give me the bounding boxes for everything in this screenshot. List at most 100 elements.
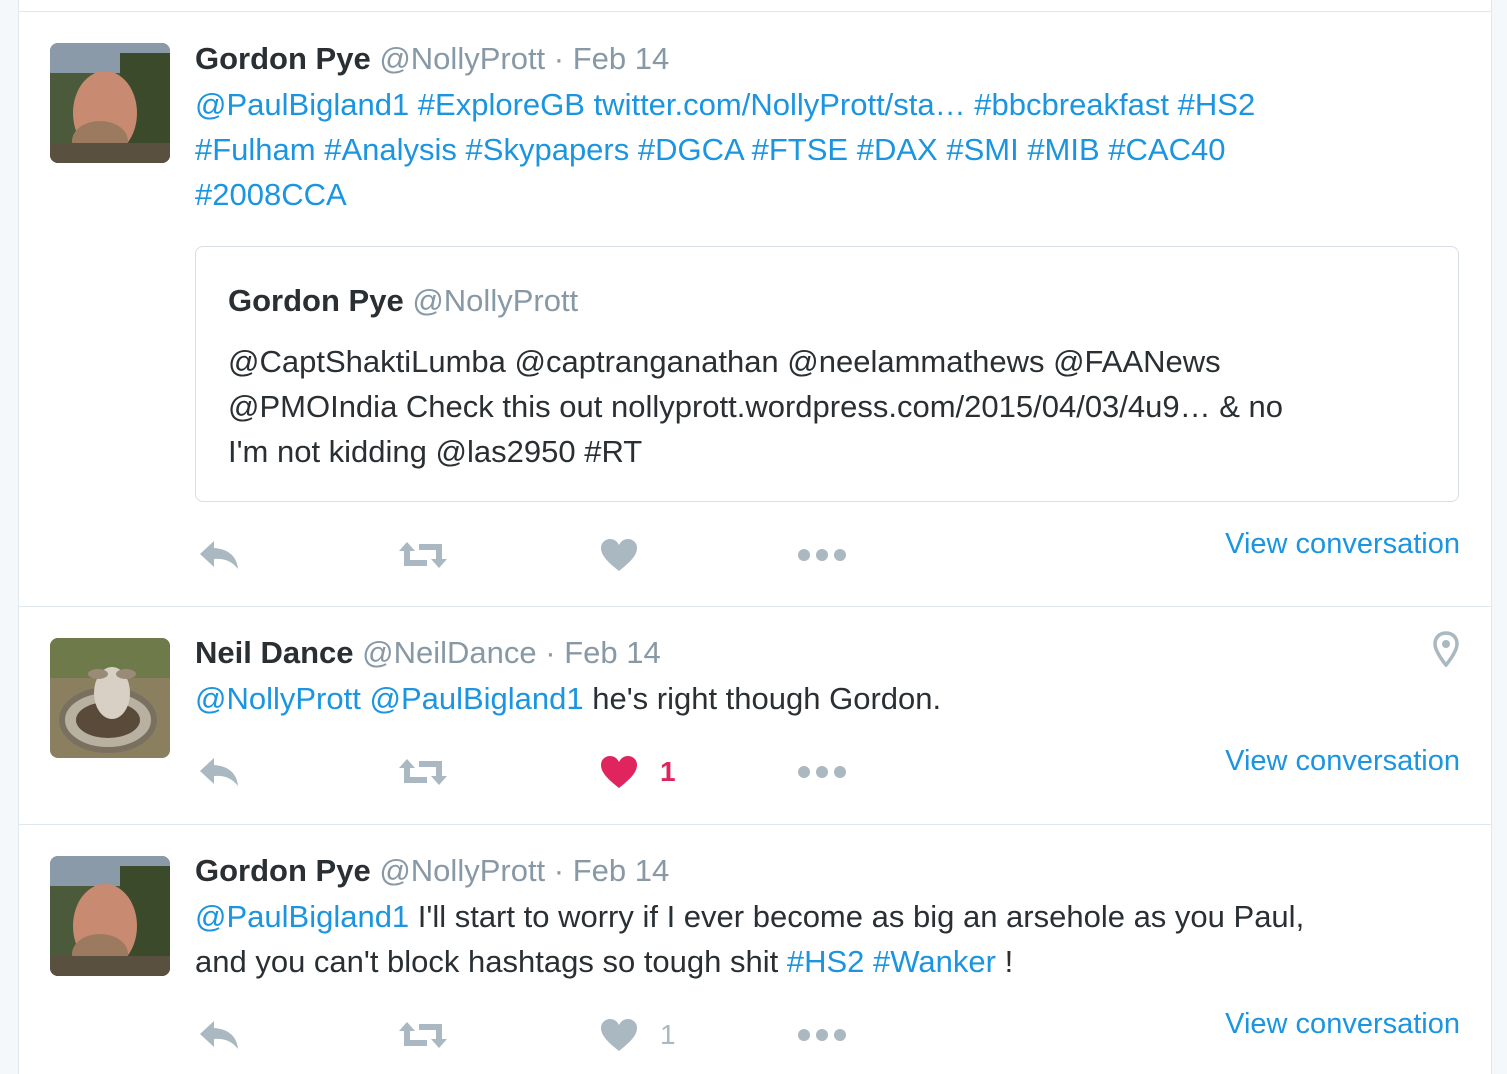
tweet-header: Gordon Pye @NollyPrott · Feb 14 — [195, 39, 669, 79]
timestamp[interactable]: Feb 14 — [564, 635, 661, 670]
retweet-button[interactable] — [397, 1011, 449, 1059]
avatar-gordon-pye[interactable] — [50, 43, 170, 163]
hashtag-link[interactable]: #bbcbreakfast — [974, 87, 1169, 122]
more-button[interactable] — [797, 1011, 847, 1059]
view-conversation-link[interactable]: View conversation — [1225, 1008, 1460, 1041]
tweet-3[interactable]: Gordon Pye @NollyPrott · Feb 14 @PaulBig… — [19, 825, 1491, 1074]
tweet-actions — [195, 531, 895, 579]
heart-icon — [600, 755, 638, 789]
like-button[interactable]: 1 — [600, 748, 676, 796]
retweet-button[interactable] — [397, 531, 449, 579]
quoted-tweet[interactable]: Gordon Pye @NollyPrott @CaptShaktiLumba … — [195, 246, 1459, 502]
fullname[interactable]: Gordon Pye — [195, 853, 371, 888]
tweet-header: Neil Dance @NeilDance · Feb 14 — [195, 633, 661, 673]
text-span — [409, 87, 418, 122]
tweet-header: Gordon Pye @NollyPrott · Feb 14 — [195, 851, 669, 891]
text-span — [848, 132, 857, 167]
text-span: I'll start to worry if I ever become as … — [409, 899, 1305, 934]
tweet-text-line: and you can't block hashtags so tough sh… — [195, 939, 1467, 984]
hashtag-link[interactable]: #MIB — [1027, 132, 1099, 167]
avatar-gordon-pye[interactable] — [50, 856, 170, 976]
hashtag-link[interactable]: #FTSE — [752, 132, 848, 167]
reply-button[interactable] — [197, 1011, 241, 1059]
url-link[interactable]: twitter.com/NollyPrott/sta… — [594, 87, 966, 122]
quoted-line: @CaptShaktiLumba @captranganathan @neela… — [228, 344, 1221, 379]
reply-button[interactable] — [197, 748, 241, 796]
text-span — [316, 132, 325, 167]
hashtag-link[interactable]: #HS2 — [1178, 87, 1256, 122]
hashtag-link[interactable]: #DAX — [857, 132, 938, 167]
tweet-text: @PaulBigland1 #ExploreGB twitter.com/Nol… — [195, 82, 1467, 217]
reply-icon — [197, 1018, 241, 1052]
text-span: he's right though Gordon. — [583, 681, 942, 716]
view-conversation-link[interactable]: View conversation — [1225, 745, 1460, 778]
quoted-line: I'm not kidding @las2950 #RT — [228, 434, 643, 469]
tweet-1[interactable]: Gordon Pye @NollyPrott · Feb 14 @PaulBig… — [19, 12, 1491, 606]
hashtag-link[interactable]: #Skypapers — [466, 132, 630, 167]
username[interactable]: @NollyPrott — [379, 853, 545, 888]
tweet-actions: 1 — [195, 1011, 895, 1059]
hashtag-link[interactable]: #DGCA — [638, 132, 743, 167]
text-span — [1169, 87, 1178, 122]
tweet-actions: 1 — [195, 748, 895, 796]
username[interactable]: @NeilDance — [362, 635, 536, 670]
tweet-text: @PaulBigland1 I'll start to worry if I e… — [195, 894, 1467, 984]
mention-link[interactable]: @NollyPrott — [195, 681, 361, 716]
text-span: and you can't block hashtags so tough sh… — [195, 944, 787, 979]
fullname[interactable]: Gordon Pye — [195, 41, 371, 76]
text-span: ! — [995, 944, 1014, 979]
more-dots-icon — [797, 1028, 847, 1042]
quoted-line: @PMOIndia Check this out nollyprott.word… — [228, 389, 1284, 424]
more-button[interactable] — [797, 531, 847, 579]
quoted-username: @NollyPrott — [412, 283, 579, 318]
mention-link[interactable]: @PaulBigland1 — [195, 899, 409, 934]
tweet-2[interactable]: Neil Dance @NeilDance · Feb 14 @NollyPro… — [19, 607, 1491, 824]
text-span — [629, 132, 638, 167]
hashtag-link[interactable]: #Wanker — [873, 944, 996, 979]
like-count: 1 — [660, 756, 676, 787]
like-button[interactable]: 1 — [600, 1011, 676, 1059]
retweet-icon — [397, 1018, 449, 1052]
tweet-text-line: @PaulBigland1 I'll start to worry if I e… — [195, 894, 1467, 939]
location-pin-icon[interactable] — [1433, 631, 1459, 672]
mention-link[interactable]: @PaulBigland1 — [369, 681, 583, 716]
hashtag-link[interactable]: #ExploreGB — [418, 87, 585, 122]
more-button[interactable] — [797, 748, 847, 796]
retweet-icon — [397, 538, 449, 572]
tweet-text-line: @PaulBigland1 #ExploreGB twitter.com/Nol… — [195, 82, 1467, 127]
retweet-button[interactable] — [397, 748, 449, 796]
reply-button[interactable] — [197, 531, 241, 579]
tweet-text-line: #Fulham #Analysis #Skypapers #DGCA #FTSE… — [195, 127, 1467, 172]
hashtag-link[interactable]: #Analysis — [324, 132, 457, 167]
more-dots-icon — [797, 548, 847, 562]
heart-icon — [600, 538, 638, 572]
separator: · — [553, 853, 565, 888]
like-count: 1 — [660, 1019, 676, 1050]
mention-link[interactable]: @PaulBigland1 — [195, 87, 409, 122]
username[interactable]: @NollyPrott — [379, 41, 545, 76]
fullname[interactable]: Neil Dance — [195, 635, 354, 670]
view-conversation-link[interactable]: View conversation — [1225, 528, 1460, 561]
hashtag-link[interactable]: #Fulham — [195, 132, 316, 167]
text-span — [457, 132, 466, 167]
reply-icon — [197, 538, 241, 572]
quoted-tweet-text: @CaptShaktiLumba @captranganathan @neela… — [228, 339, 1422, 474]
text-span — [966, 87, 975, 122]
separator: · — [553, 41, 565, 76]
reply-icon — [197, 755, 241, 789]
tweet-text: @NollyPrott @PaulBigland1 he's right tho… — [195, 676, 1467, 721]
timestamp[interactable]: Feb 14 — [573, 41, 670, 76]
text-span — [864, 944, 873, 979]
separator: · — [545, 635, 556, 670]
timestamp[interactable]: Feb 14 — [573, 853, 670, 888]
hashtag-link[interactable]: #2008CCA — [195, 177, 347, 212]
hashtag-link[interactable]: #SMI — [946, 132, 1018, 167]
like-button[interactable] — [600, 531, 660, 579]
avatar-neil-dance[interactable] — [50, 638, 170, 758]
hashtag-link[interactable]: #HS2 — [787, 944, 865, 979]
text-span — [585, 87, 594, 122]
hashtag-link[interactable]: #CAC40 — [1108, 132, 1225, 167]
quoted-tweet-header: Gordon Pye @NollyPrott — [228, 281, 578, 321]
retweet-icon — [397, 755, 449, 789]
text-span — [1100, 132, 1109, 167]
